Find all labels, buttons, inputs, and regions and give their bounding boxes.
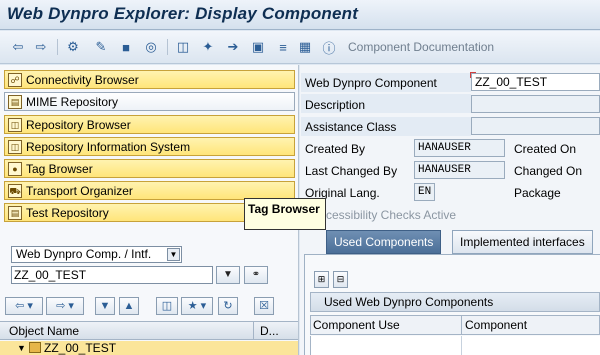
nav-repository-browser[interactable]: ◫ Repository Browser [4,115,295,134]
wand-icon[interactable]: ✦ [199,39,217,55]
used-components-title: Used Web Dynpro Components [310,292,600,312]
close-icon: ☒ [259,300,269,312]
changed-on-label: Changed On [514,164,583,178]
chevron-down-icon[interactable]: ▼ [167,248,180,261]
display-object-button[interactable]: ⚭ [244,266,268,284]
nav-label: Test Repository [26,205,109,220]
toolbar-separator [57,39,58,55]
back-arrow-icon: ⇦ ▾ [15,300,33,312]
original-lang-field: EN [414,183,435,201]
expand-icon: ▼ [99,300,111,312]
used-components-header: Component Use Component [310,315,600,335]
mime-icon: ▤ [8,94,22,109]
object-type-select[interactable]: Web Dynpro Comp. / Intf. ▼ [11,246,182,263]
created-on-label: Created On [514,142,577,156]
expand-button[interactable]: ▼ [95,297,115,315]
component-field[interactable]: ZZ_00_TEST [471,73,600,91]
application-toolbar: ⇦ ⇨ ⚙ ✎ ■ ◎ ◫ ✦ ➔ ▣ ≡ ▦ ⓘ Component Docu… [0,31,600,64]
tag-icon: ● [8,161,22,176]
toolbar-separator [167,39,168,55]
tooltip: Tag Browser [244,198,326,230]
accessibility-checks-label: Accessibility Checks Active [312,208,457,222]
hierarchy-button[interactable]: ◫ [156,297,178,315]
nav-label: Transport Organizer [26,183,133,198]
assistance-class-label: Assistance Class [305,120,397,134]
nav-connectivity-browser[interactable]: ☍ Connectivity Browser [4,70,295,89]
component-documentation-button[interactable]: Component Documentation [348,40,494,54]
object-name-input[interactable]: ZZ_00_TEST [11,266,213,284]
other-object-icon[interactable]: ⚙ [64,39,82,55]
refresh-button[interactable]: ↻ [218,297,238,315]
table-icon[interactable]: ▦ [296,39,314,55]
collapse-triangle-icon[interactable]: ▼ [17,343,26,353]
table-row[interactable]: ▼ ZZ_00_TEST [0,341,298,355]
window-title: Web Dynpro Explorer: Display Component [7,4,359,23]
nav-mime-repository[interactable]: ▤ MIME Repository [4,92,295,111]
collapse-icon: ▲ [123,300,135,312]
star-icon: ★ ▾ [187,300,207,312]
forward-arrow-icon: ⇨ ▾ [56,300,74,312]
info-system-icon: ◫ [8,139,22,154]
assistance-class-field [471,117,600,135]
connectivity-icon: ☍ [8,72,22,87]
nav-repository-information-system[interactable]: ◫ Repository Information System [4,137,295,156]
refresh-icon: ↻ [223,300,233,312]
forward-arrow-icon[interactable]: ⇨ [32,39,50,55]
move-icon[interactable]: ➔ [224,39,242,55]
tab-implemented-interfaces[interactable]: Implemented interfaces [452,230,593,254]
previous-object-button[interactable]: ⇦ ▾ [5,297,43,315]
tab-used-components[interactable]: Used Components [326,230,442,254]
structure-icon[interactable]: ▣ [249,39,267,55]
display-change-icon[interactable]: ✎ [92,39,110,55]
activate-icon[interactable]: ■ [117,39,135,55]
insert-row-icon: ⊞ [317,274,326,284]
select-dropdown-button[interactable]: ▼ [216,266,240,284]
package-label: Package [514,186,561,200]
component-column[interactable]: Component [465,318,527,332]
insert-row-button[interactable]: ⊞ [314,271,329,288]
hierarchy-icon[interactable]: ◫ [174,39,192,55]
delete-row-icon: ⊟ [336,274,345,284]
next-object-button[interactable]: ⇨ ▾ [46,297,84,315]
nav-label: Repository Information System [26,139,191,154]
nav-label: Tag Browser [26,161,93,176]
hierarchy-icon: ◫ [161,300,173,312]
nav-tag-browser[interactable]: ● Tag Browser [4,159,295,178]
component-icon [29,342,41,353]
description-column[interactable]: D... [260,324,279,338]
stack-icon[interactable]: ≡ [274,39,292,55]
created-by-field: HANAUSER [414,139,505,157]
close-button[interactable]: ☒ [254,297,274,315]
last-changed-by-label: Last Changed By [305,164,398,178]
column-divider [461,316,462,334]
nav-label: Repository Browser [26,117,131,132]
glasses-icon: ⚭ [251,269,261,280]
column-divider [253,322,254,340]
title-bar: Web Dynpro Explorer: Display Component [0,0,600,30]
test-icon: ▤ [8,205,22,220]
component-label: Web Dynpro Component [305,76,437,90]
table-row[interactable] [310,336,600,355]
where-used-icon[interactable]: ◎ [142,39,160,55]
collapse-button[interactable]: ▲ [119,297,139,315]
info-icon[interactable]: ⓘ [320,39,338,56]
favorites-button[interactable]: ★ ▾ [181,297,213,315]
delete-row-button[interactable]: ⊟ [333,271,348,288]
component-use-column[interactable]: Component Use [313,318,400,332]
transport-icon: ⛟ [8,183,22,198]
nav-label: Connectivity Browser [26,72,139,87]
object-type-value: Web Dynpro Comp. / Intf. [16,247,152,261]
object-list-header: Object Name D... [0,321,298,340]
object-name: ZZ_00_TEST [44,341,117,355]
column-divider [461,336,462,355]
last-changed-by-field: HANAUSER [414,161,505,179]
repository-icon: ◫ [8,117,22,132]
description-label: Description [305,98,366,112]
created-by-label: Created By [305,142,366,156]
nav-label: MIME Repository [26,94,119,109]
object-name-column[interactable]: Object Name [9,324,79,338]
description-field [471,95,600,113]
back-arrow-icon[interactable]: ⇦ [9,39,27,55]
chevron-down-icon: ▼ [223,269,233,280]
